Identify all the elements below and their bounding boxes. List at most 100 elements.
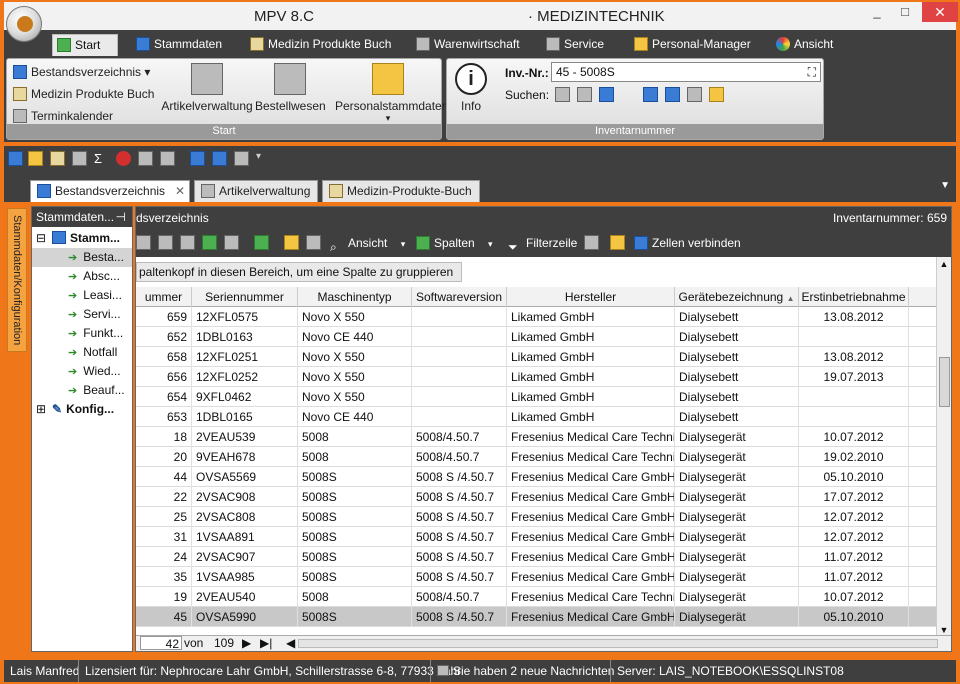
minimize-button[interactable]: _ (864, 4, 890, 19)
cell-geraetebezeichnung[interactable]: Dialysebett (675, 367, 799, 387)
table-row[interactable]: 658 12XFL0251 Novo X 550 Likamed GmbH Dialys… (136, 347, 936, 367)
cell-softwareversion[interactable] (412, 307, 507, 327)
card-icon[interactable] (643, 87, 658, 102)
cell-seriennummer[interactable]: 1VSAA985 (192, 567, 298, 587)
cell-geraetebezeichnung[interactable]: Dialysebett (675, 327, 799, 347)
scroll-left-icon[interactable]: ◀ (286, 636, 295, 651)
cell-geraetebezeichnung[interactable]: Dialysegerät (675, 487, 799, 507)
cell-seriennummer[interactable]: 1DBL0165 (192, 407, 298, 427)
col-header-softwareversion[interactable]: Softwareversion (412, 287, 507, 307)
cell-hersteller[interactable]: Fresenius Medical Care Technik (507, 447, 675, 467)
new-icon[interactable] (136, 235, 151, 250)
next-page-icon[interactable]: ▶ (242, 636, 251, 651)
cell-erstinbetriebnahme[interactable]: 13.08.2012 (799, 347, 909, 367)
tab-medizin-produkte-buch[interactable]: Medizin Produkte Buch (246, 34, 391, 56)
cell-geraetebezeichnung[interactable]: Dialysegerät (675, 567, 799, 587)
cell-maschinentyp[interactable]: 5008S (298, 467, 412, 487)
cell-nummer[interactable]: 25 (136, 507, 192, 527)
cell-geraetebezeichnung[interactable]: Dialysegerät (675, 427, 799, 447)
card-icon[interactable] (190, 151, 205, 166)
table-icon[interactable] (284, 235, 299, 250)
cell-maschinentyp[interactable]: Novo X 550 (298, 367, 412, 387)
status-messages[interactable]: Sie haben 2 neue Nachrichten (430, 660, 614, 682)
cell-erstinbetriebnahme[interactable]: 12.07.2012 (799, 527, 909, 547)
table-row[interactable]: 20 9VEAH678 5008 5008/4.50.7 Fresenius Medic… (136, 447, 936, 467)
sum-icon[interactable]: Σ (94, 151, 109, 166)
table-row[interactable]: 653 1DBL0165 Novo CE 440 Likamed GmbH Dialys… (136, 407, 936, 427)
cell-seriennummer[interactable]: 12XFL0252 (192, 367, 298, 387)
nav-item-wiederholung[interactable]: ➔ Wied... (32, 362, 132, 381)
zellen-verbinden-button[interactable]: Zellen verbinden (632, 232, 741, 254)
doctab-bestandsverzeichnis[interactable]: Bestandsverzeichnis ✕ (30, 180, 190, 202)
cell-nummer[interactable]: 44 (136, 467, 192, 487)
people-icon[interactable] (28, 151, 43, 166)
cell-nummer[interactable]: 45 (136, 607, 192, 627)
cell-seriennummer[interactable]: 1DBL0163 (192, 327, 298, 347)
table-row[interactable]: 652 1DBL0163 Novo CE 440 Likamed GmbH Dialys… (136, 327, 936, 347)
refresh-icon[interactable] (254, 235, 269, 250)
cell-maschinentyp[interactable]: 5008S (298, 527, 412, 547)
cell-erstinbetriebnahme[interactable] (799, 407, 909, 427)
cell-maschinentyp[interactable]: 5008 (298, 427, 412, 447)
cell-maschinentyp[interactable]: 5008S (298, 487, 412, 507)
cell-geraetebezeichnung[interactable]: Dialysegerät (675, 607, 799, 627)
tab-warenwirtschaft[interactable]: Warenwirtschaft (412, 34, 520, 56)
nav-item-funktion[interactable]: ➔ Funkt... (32, 324, 132, 343)
cell-nummer[interactable]: 35 (136, 567, 192, 587)
cell-hersteller[interactable]: Fresenius Medical Care GmbH (507, 547, 675, 567)
table-row[interactable]: 24 2VSAC907 5008S 5008 S /4.50.7 Fresenius M… (136, 547, 936, 567)
bestellwesen-button[interactable]: Bestellwesen (255, 63, 326, 113)
cell-seriennummer[interactable]: 2VEAU539 (192, 427, 298, 447)
cell-nummer[interactable]: 658 (136, 347, 192, 367)
cell-erstinbetriebnahme[interactable]: 12.07.2012 (799, 507, 909, 527)
cell-hersteller[interactable]: Likamed GmbH (507, 367, 675, 387)
cell-erstinbetriebnahme[interactable] (799, 327, 909, 347)
cell-erstinbetriebnahme[interactable]: 13.08.2012 (799, 307, 909, 327)
table-row[interactable]: 25 2VSAC808 5008S 5008 S /4.50.7 Fresenius M… (136, 507, 936, 527)
cell-seriennummer[interactable]: 9VEAH678 (192, 447, 298, 467)
cell-maschinentyp[interactable]: 5008S (298, 547, 412, 567)
tab-overflow-icon[interactable]: ▼ (940, 180, 950, 191)
close-icon[interactable]: ✕ (175, 181, 185, 201)
notes-icon[interactable] (709, 87, 724, 102)
scroll-down-icon[interactable]: ▼ (937, 625, 951, 635)
search-binoculars-icon[interactable] (555, 87, 570, 102)
cell-softwareversion[interactable]: 5008 S /4.50.7 (412, 607, 507, 627)
cell-maschinentyp[interactable]: Novo X 550 (298, 307, 412, 327)
cell-seriennummer[interactable]: 12XFL0251 (192, 347, 298, 367)
cell-hersteller[interactable]: Likamed GmbH (507, 387, 675, 407)
cell-hersteller[interactable]: Fresenius Medical Care GmbH (507, 507, 675, 527)
cell-hersteller[interactable]: Likamed GmbH (507, 307, 675, 327)
cell-softwareversion[interactable]: 5008/4.50.7 (412, 447, 507, 467)
cell-softwareversion[interactable]: 5008 S /4.50.7 (412, 567, 507, 587)
cell-erstinbetriebnahme[interactable]: 10.07.2012 (799, 427, 909, 447)
bestandsverzeichnis-button[interactable]: Bestandsverzeichnis ▾ (11, 63, 150, 81)
app-menu-orb-icon[interactable] (6, 6, 42, 42)
col-header-nummer[interactable]: ummer (136, 287, 192, 307)
table-row[interactable]: 19 2VEAU540 5008 5008/4.50.7 Fresenius Medic… (136, 587, 936, 607)
cell-hersteller[interactable]: Fresenius Medical Care GmbH (507, 567, 675, 587)
spalten-button[interactable]: Spalten ▾ (414, 232, 493, 254)
cell-erstinbetriebnahme[interactable]: 10.07.2012 (799, 587, 909, 607)
cell-geraetebezeichnung[interactable]: Dialysebett (675, 307, 799, 327)
nav-root-konfiguration[interactable]: ⊞ ✎ Konfig... (32, 400, 132, 419)
cell-nummer[interactable]: 659 (136, 307, 192, 327)
cell-erstinbetriebnahme[interactable]: 05.10.2010 (799, 467, 909, 487)
pin-icon[interactable]: ⊣ (116, 207, 126, 227)
device-icon[interactable] (212, 151, 227, 166)
table-row[interactable]: 656 12XFL0252 Novo X 550 Likamed GmbH Dialys… (136, 367, 936, 387)
cell-softwareversion[interactable] (412, 347, 507, 367)
scroll-thumb[interactable] (939, 357, 950, 407)
tab-stammdaten[interactable]: Stammdaten (132, 34, 222, 56)
cell-erstinbetriebnahme[interactable] (799, 387, 909, 407)
table-row[interactable]: 45 OVSA5990 5008S 5008 S /4.50.7 Fresenius M… (136, 607, 936, 627)
cell-softwareversion[interactable]: 5008 S /4.50.7 (412, 547, 507, 567)
cell-softwareversion[interactable] (412, 407, 507, 427)
binoculars-icon[interactable] (584, 235, 599, 250)
info-button[interactable]: i Info (451, 63, 491, 113)
terminkalender-button[interactable]: Terminkalender (11, 107, 113, 125)
nav-item-bestandsverzeichnis[interactable]: ➔ Besta... (32, 248, 132, 267)
col-header-hersteller[interactable]: Hersteller (507, 287, 675, 307)
cell-softwareversion[interactable] (412, 387, 507, 407)
cell-seriennummer[interactable]: 2VSAC808 (192, 507, 298, 527)
